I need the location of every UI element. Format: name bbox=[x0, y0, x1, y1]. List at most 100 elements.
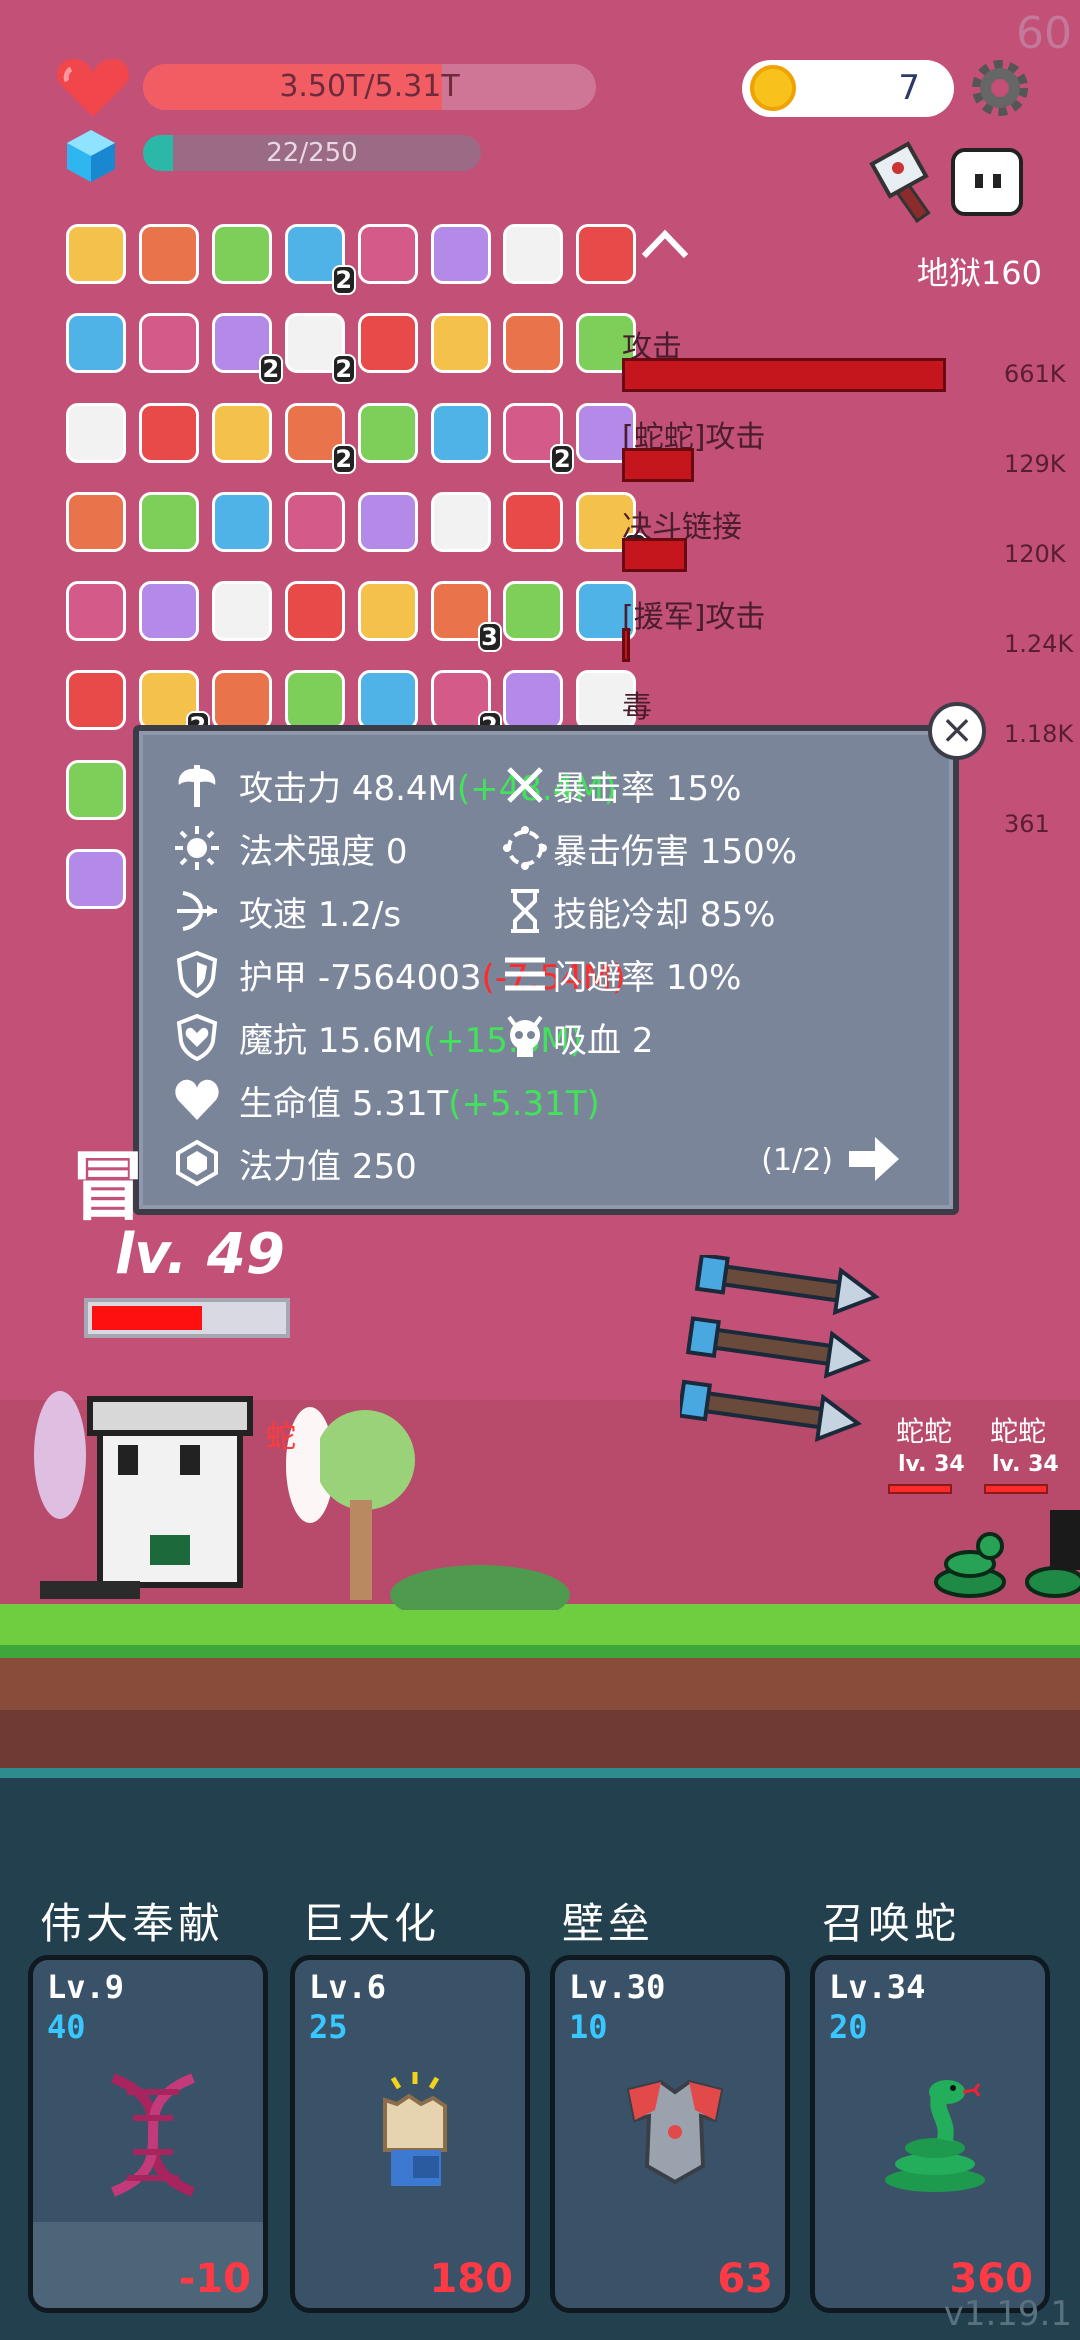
cleaver-icon[interactable] bbox=[862, 140, 954, 224]
meteor-icon[interactable] bbox=[138, 581, 199, 641]
hero-knight-sprite[interactable] bbox=[30, 1385, 350, 1605]
item-count-badge: 2 bbox=[550, 443, 575, 474]
damage-source-label: [援军]攻击 bbox=[622, 600, 766, 635]
close-button[interactable]: × bbox=[928, 702, 986, 760]
damage-value: 1.24K bbox=[1004, 630, 1074, 658]
skill-card-great-devotion[interactable]: Lv.9 40 -10 bbox=[28, 1955, 268, 2313]
spiral-icon[interactable] bbox=[284, 491, 345, 552]
pirate-ship-icon[interactable] bbox=[503, 224, 564, 284]
beer-icon[interactable] bbox=[66, 670, 126, 731]
tree-decoration bbox=[320, 1410, 570, 1610]
pineapple-icon[interactable] bbox=[211, 402, 272, 463]
coconut-icon[interactable] bbox=[503, 670, 564, 731]
skill-name: 壁垒 bbox=[562, 1899, 655, 1948]
coin-icon bbox=[750, 65, 796, 111]
stat-dodge: 闪避率 10% bbox=[553, 958, 742, 998]
stat-lifesteal: 吸血 2 bbox=[553, 1021, 654, 1061]
star-card-icon[interactable] bbox=[66, 759, 126, 820]
skill-cost: 20 bbox=[829, 2008, 868, 2046]
enemy-level: lv. 34 bbox=[992, 1452, 1059, 1477]
heart-icon bbox=[175, 1079, 219, 1120]
gear-icon[interactable] bbox=[968, 56, 1032, 120]
cake-flag-icon[interactable]: 2 bbox=[284, 224, 356, 295]
durian-icon[interactable] bbox=[66, 491, 126, 552]
mana-bar: 22/250 bbox=[143, 135, 481, 171]
damage-bar bbox=[622, 448, 694, 482]
pet-label: 蛇 bbox=[266, 1420, 296, 1455]
stats-page-indicator: (1/2) bbox=[761, 1143, 833, 1178]
magnifier-icon[interactable] bbox=[430, 224, 491, 284]
scroll-card-icon[interactable] bbox=[66, 224, 126, 284]
robe-icon[interactable] bbox=[357, 491, 418, 552]
round-shield-icon[interactable] bbox=[357, 581, 418, 641]
ghost-face-icon[interactable] bbox=[951, 148, 1023, 216]
crown-icon[interactable] bbox=[357, 402, 418, 463]
damage-value: 129K bbox=[1004, 450, 1066, 478]
tombstone-icon[interactable] bbox=[284, 670, 345, 731]
coins-icon[interactable]: 2 bbox=[138, 670, 210, 742]
stat-mana: 法力值 250 bbox=[239, 1147, 417, 1187]
sun-icon bbox=[175, 826, 219, 870]
damage-value: 361 bbox=[1004, 810, 1050, 838]
damage-value: 661K bbox=[1004, 360, 1066, 388]
skill-value: 63 bbox=[717, 2256, 773, 2302]
snake-enemy-sprite[interactable] bbox=[880, 1490, 1080, 1610]
crit-ring-icon bbox=[503, 826, 547, 870]
dodge-lines-icon bbox=[505, 957, 545, 991]
skill-card-bulwark[interactable]: Lv.30 10 63 bbox=[550, 1955, 790, 2313]
chain-links-icon[interactable] bbox=[138, 491, 199, 552]
teacup-icon[interactable] bbox=[357, 313, 418, 374]
parchment-icon[interactable] bbox=[138, 224, 199, 284]
skill-card-summon-snake[interactable]: Lv.34 20 360 bbox=[810, 1955, 1050, 2313]
notebook-icon[interactable] bbox=[66, 313, 126, 374]
spray-bottle-icon[interactable] bbox=[66, 581, 126, 641]
holy-book-icon[interactable] bbox=[357, 224, 418, 284]
damage-bar bbox=[622, 628, 630, 662]
bow-icon bbox=[177, 891, 217, 931]
id-card-icon[interactable] bbox=[430, 491, 491, 552]
fire-mask-icon[interactable] bbox=[576, 224, 637, 284]
magic-shield-icon bbox=[176, 1013, 218, 1061]
skill-value: 180 bbox=[429, 2256, 514, 2302]
skill-level: Lv.9 bbox=[47, 1968, 125, 2006]
next-page-arrow-icon[interactable] bbox=[847, 1135, 901, 1183]
daisy-icon[interactable] bbox=[284, 581, 345, 641]
apple-icon[interactable] bbox=[503, 491, 564, 552]
difficulty-label: 地狱160 bbox=[916, 254, 1042, 292]
shield-icon bbox=[176, 950, 218, 998]
tent-icon[interactable] bbox=[430, 313, 491, 374]
playing-card-icon[interactable] bbox=[211, 491, 272, 552]
skill-name: 伟大奉献 bbox=[40, 1899, 225, 1948]
lightbulb-tile-icon[interactable] bbox=[66, 848, 126, 909]
steel-sword-icon[interactable]: 2 bbox=[430, 670, 502, 742]
dna-icon bbox=[111, 2073, 195, 2197]
bookmark-icon[interactable] bbox=[357, 670, 418, 731]
mana-crystal-icon bbox=[67, 130, 115, 182]
chevron-up-icon[interactable] bbox=[640, 228, 690, 260]
money-heart-icon[interactable] bbox=[66, 402, 126, 463]
potion-icon[interactable] bbox=[430, 402, 491, 463]
flower-pot-icon[interactable]: 2 bbox=[284, 402, 356, 474]
green-card-icon[interactable] bbox=[138, 402, 199, 463]
skill-card-giant[interactable]: Lv.6 25 180 bbox=[290, 1955, 530, 2313]
blue-sword-icon[interactable] bbox=[503, 581, 564, 641]
gold-amount: 7 bbox=[898, 68, 920, 108]
mace-icon[interactable]: 3 bbox=[430, 581, 502, 652]
mana-gem-icon bbox=[176, 1139, 218, 1187]
molecule-icon[interactable] bbox=[503, 313, 564, 374]
axe-icon bbox=[178, 765, 216, 807]
crossed-swords-icon bbox=[507, 767, 543, 803]
meat-icon[interactable]: 2 bbox=[211, 313, 283, 385]
battle-axe-icon[interactable] bbox=[211, 581, 272, 641]
spiked-ball-icon[interactable] bbox=[138, 313, 199, 374]
skull-icon bbox=[507, 1015, 543, 1057]
health-text: 3.50T/5.31T bbox=[279, 69, 460, 104]
ghost-icon[interactable] bbox=[211, 670, 272, 731]
heart-icon bbox=[56, 58, 130, 117]
sock-icon[interactable]: 2 bbox=[284, 313, 356, 385]
tools-icon[interactable] bbox=[211, 224, 272, 284]
damage-value: 120K bbox=[1004, 540, 1066, 568]
water-surface bbox=[0, 1768, 1080, 1778]
damage-value: 1.18K bbox=[1004, 720, 1074, 748]
heart-icon[interactable]: 2 bbox=[503, 402, 575, 474]
